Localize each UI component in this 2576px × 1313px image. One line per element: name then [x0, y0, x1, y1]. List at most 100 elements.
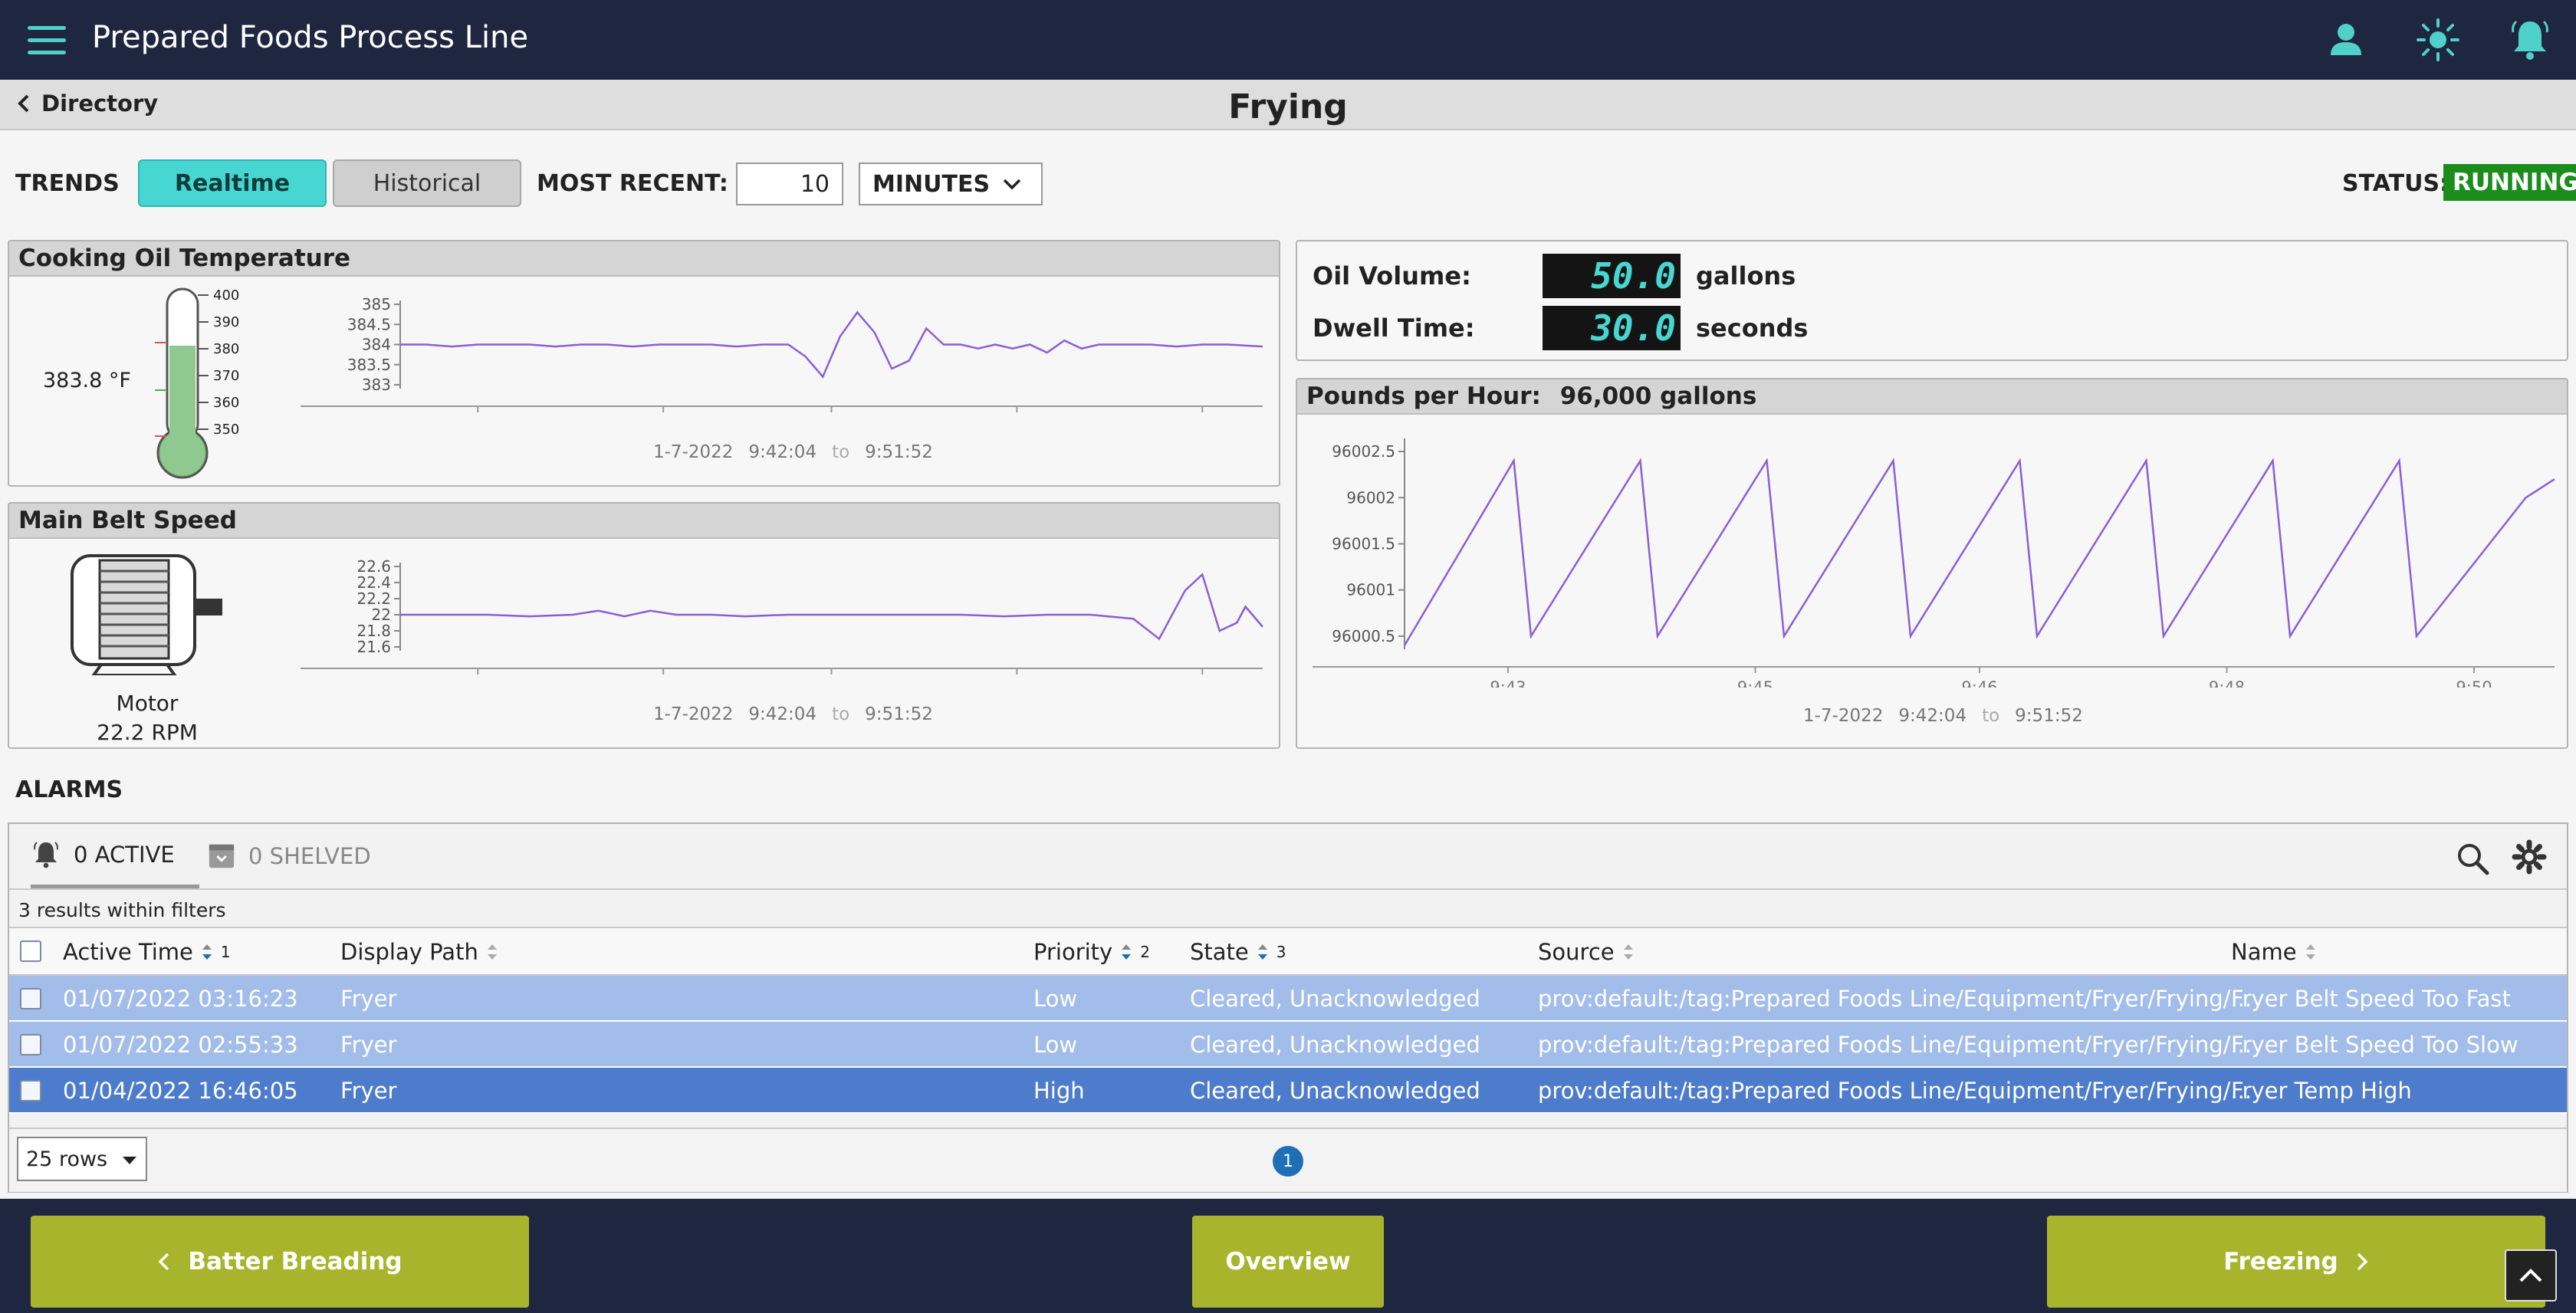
- column-label: Source: [1538, 939, 1615, 965]
- cell-display-path: Fryer: [340, 986, 397, 1012]
- alarm-bell-icon[interactable]: [2507, 17, 2553, 63]
- metrics-panel: Oil Volume: 50.0 gallons Dwell Time: 30.…: [1296, 240, 2568, 361]
- sort-order: 2: [1140, 943, 1150, 961]
- thermo-tick: 370: [213, 368, 239, 384]
- shelved-box-icon: [209, 844, 235, 868]
- gear-icon[interactable]: [2512, 839, 2547, 875]
- most-recent-input[interactable]: [736, 162, 843, 205]
- y-tick-label: 383: [362, 376, 391, 394]
- range-to: to: [1982, 706, 2000, 726]
- search-icon[interactable]: [2455, 841, 2490, 876]
- range-start: 9:42:04: [1898, 706, 1967, 726]
- cell-active-time: 01/07/2022 03:16:23: [63, 986, 298, 1012]
- realtime-button[interactable]: Realtime: [138, 159, 327, 207]
- x-tick-label: 9:45: [646, 418, 682, 419]
- range-date: 1-7-2022: [653, 704, 734, 724]
- overview-button[interactable]: Overview: [1192, 1216, 1384, 1308]
- column-label: Display Path: [340, 939, 478, 965]
- table-row[interactable]: 01/07/2022 03:16:23 Fryer Low Cleared, U…: [9, 976, 2567, 1022]
- column-display-path[interactable]: Display Path: [340, 939, 500, 965]
- row-checkbox[interactable]: [20, 988, 41, 1009]
- row-checkbox[interactable]: [20, 1034, 41, 1055]
- prev-batter-breading-button[interactable]: Batter Breading: [31, 1216, 529, 1308]
- menu-icon[interactable]: [28, 26, 66, 55]
- sort-icon: [1257, 944, 1267, 960]
- time-unit-select[interactable]: MINUTES: [859, 162, 1043, 205]
- page-1-button[interactable]: 1: [1273, 1146, 1303, 1177]
- sort-icon: [2305, 944, 2315, 960]
- sort-order: 3: [1276, 943, 1286, 961]
- table-row[interactable]: 01/04/2022 16:46:05 Fryer High Cleared, …: [9, 1068, 2567, 1114]
- column-active-time[interactable]: Active Time 1: [63, 939, 231, 965]
- pph-title: Pounds per Hour:: [1306, 382, 1541, 410]
- x-tick-label: 9:45: [1737, 678, 1773, 688]
- thermo-tick: 400: [213, 287, 239, 304]
- motor-rpm: 22.2 RPM: [97, 720, 198, 745]
- y-tick-label: 21.6: [356, 638, 391, 656]
- table-row[interactable]: 01/07/2022 02:55:33 Fryer Low Cleared, U…: [9, 1022, 2567, 1068]
- cell-name: Fryer Temp High: [2231, 1078, 2412, 1104]
- table-header: Active Time 1 Display Path Priority 2 St…: [9, 928, 2567, 976]
- oil-chart-range: 1-7-2022 9:42:04 to 9:51:52: [653, 442, 933, 462]
- historical-button[interactable]: Historical: [333, 159, 521, 207]
- main-belt-title: Main Belt Speed: [9, 504, 1279, 539]
- x-tick-label: 9:46: [1961, 678, 1997, 688]
- most-recent-label: MOST RECENT:: [537, 170, 728, 197]
- dwell-time-display: 30.0: [1543, 306, 1681, 350]
- series-line: [400, 573, 1263, 641]
- status-badge: RUNNING: [2443, 164, 2576, 201]
- range-date: 1-7-2022: [1803, 706, 1884, 726]
- page-title: Frying: [1228, 87, 1348, 126]
- app-title: Prepared Foods Process Line: [92, 20, 529, 55]
- rows-per-page-value: 25 rows: [26, 1147, 108, 1171]
- pph-chart-range: 1-7-2022 9:42:04 to 9:51:52: [1803, 706, 2083, 726]
- row-checkbox[interactable]: [20, 1080, 41, 1101]
- rows-per-page-select[interactable]: 25 rows: [17, 1137, 147, 1181]
- x-tick-label: 9:43: [460, 418, 496, 419]
- motor-icon: [71, 554, 222, 675]
- select-all-checkbox[interactable]: [20, 940, 41, 962]
- tab-shelved[interactable]: 0 SHELVED: [207, 824, 371, 888]
- overview-label: Overview: [1225, 1248, 1351, 1275]
- belt-speed-chart: 22.622.422.22221.821.69:439:459:469:489:…: [301, 557, 1263, 681]
- scroll-top-button[interactable]: [2505, 1249, 2557, 1302]
- sort-icon: [487, 944, 497, 960]
- cell-name: Fryer Belt Speed Too Fast: [2231, 986, 2511, 1012]
- column-priority[interactable]: Priority 2: [1033, 939, 1150, 965]
- alarm-bell-icon: [34, 841, 58, 868]
- column-state[interactable]: State 3: [1190, 939, 1286, 965]
- prev-label: Batter Breading: [188, 1248, 402, 1275]
- pounds-per-hour-panel: Pounds per Hour: 96,000 gallons 96002.5 9…: [1296, 378, 2568, 749]
- thermo-tick: 350: [213, 422, 239, 438]
- pph-value: 96,000 gallons: [1559, 382, 1757, 410]
- y-tick-label: 384.5: [347, 315, 391, 333]
- thermo-tick: 380: [213, 341, 239, 357]
- chevron-right-icon: [2357, 1252, 2368, 1271]
- column-name[interactable]: Name: [2231, 939, 2318, 965]
- user-icon[interactable]: [2323, 17, 2369, 63]
- column-source[interactable]: Source: [1538, 939, 1636, 965]
- pph-header: Pounds per Hour: 96,000 gallons: [1297, 379, 2567, 415]
- cooking-oil-title: Cooking Oil Temperature: [9, 241, 1279, 277]
- dwell-time-unit: seconds: [1696, 313, 1809, 343]
- y-tick-label: 96001.5: [1332, 535, 1395, 553]
- breadcrumb-bar: Directory Frying: [0, 80, 2576, 130]
- tab-active[interactable]: 0 ACTIVE: [31, 824, 199, 888]
- cell-name: Fryer Belt Speed Too Slow: [2231, 1032, 2518, 1058]
- range-to: to: [832, 704, 850, 724]
- range-start: 9:42:04: [748, 442, 817, 462]
- top-bar: Prepared Foods Process Line: [0, 0, 2576, 80]
- main-belt-panel: Main Belt Speed Motor 22.2 RPM 22.6 22.4 2…: [8, 502, 1280, 749]
- x-tick-label: 9:50: [2456, 678, 2492, 688]
- x-tick-label: 9:43: [1490, 678, 1526, 688]
- next-freezing-button[interactable]: Freezing: [2047, 1216, 2545, 1308]
- brightness-icon[interactable]: [2415, 17, 2461, 63]
- oil-temp-chart: 385 384.5 384 383.5 383 9:43 9:45 9:46 9:48 9:50: [301, 295, 1263, 419]
- cell-display-path: Fryer: [340, 1032, 397, 1058]
- oil-volume-display: 50.0: [1543, 254, 1681, 298]
- x-tick-label: 9:50: [1184, 680, 1221, 681]
- column-label: Name: [2231, 939, 2297, 965]
- cell-state: Cleared, Unacknowledged: [1190, 1078, 1480, 1104]
- cell-display-path: Fryer: [340, 1078, 397, 1104]
- column-label: Priority: [1033, 939, 1113, 965]
